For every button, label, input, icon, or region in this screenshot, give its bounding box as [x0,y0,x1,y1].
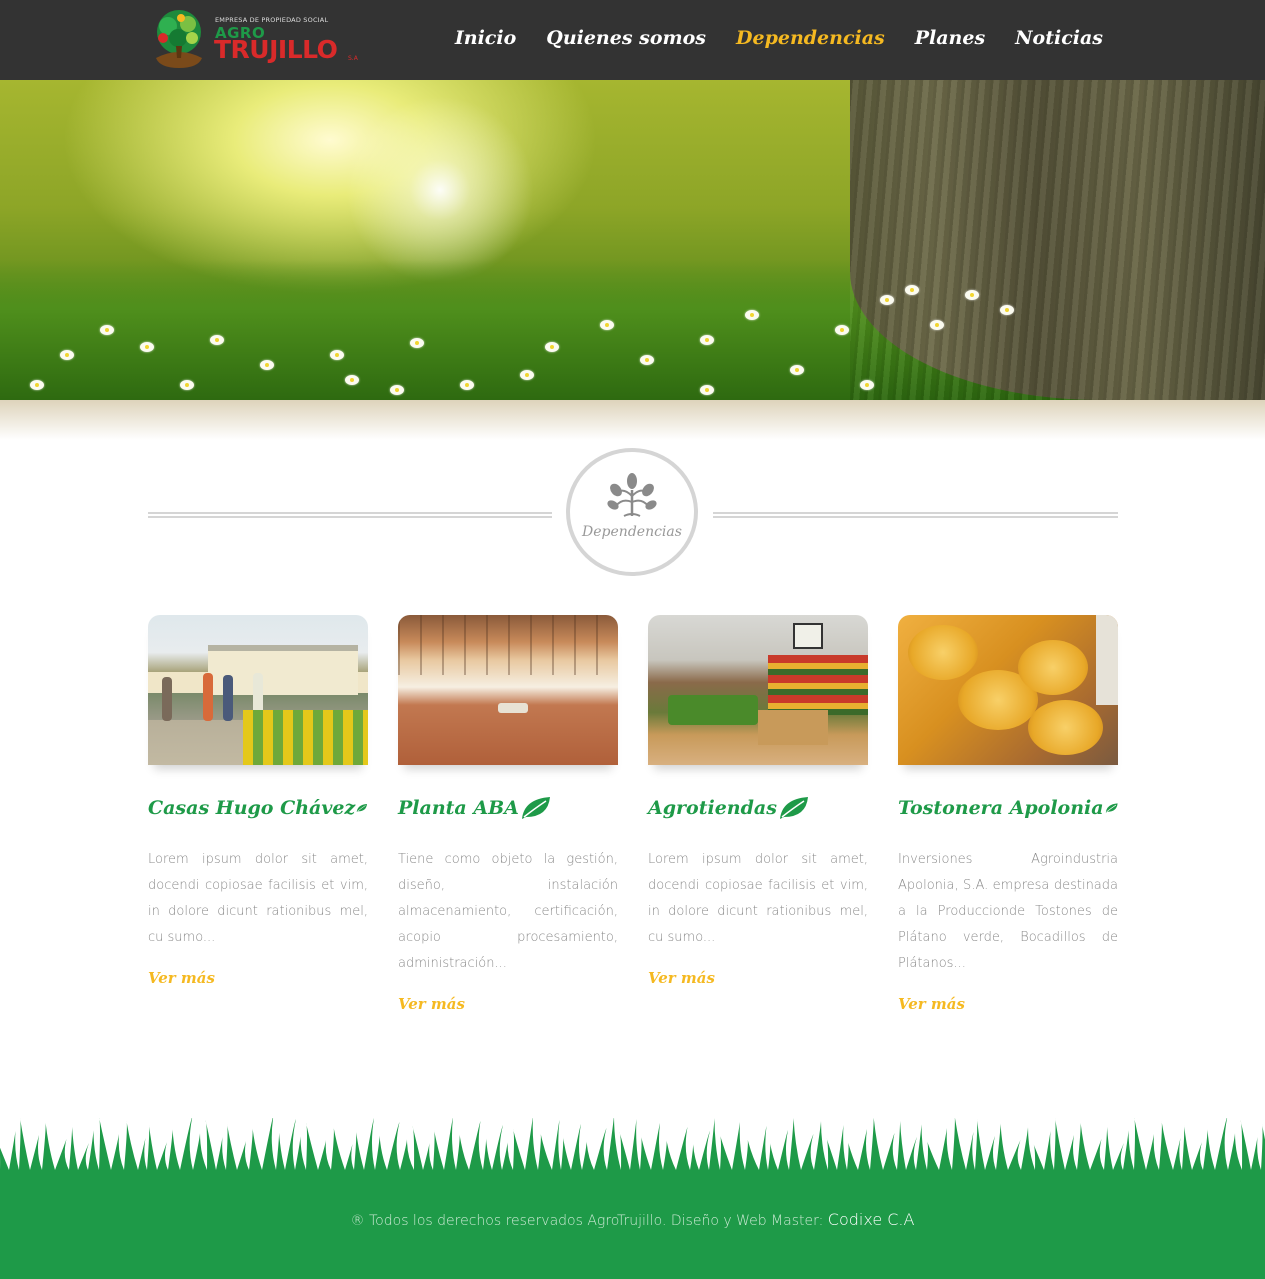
read-more-link[interactable]: Ver más [898,995,1118,1013]
nav-item-planes[interactable]: Planes [915,27,985,49]
card-image-store[interactable] [648,615,868,765]
tree-logo-icon [156,10,202,68]
card-title[interactable]: Agrotiendas [648,795,868,821]
logo-sa-text: S.A [348,55,358,62]
read-more-link[interactable]: Ver más [148,969,368,987]
hero-shadow [0,400,1265,440]
section-divider-right [713,512,1118,518]
hero-banner-image [0,80,1265,400]
section-title: Dependencias [582,524,682,540]
card-title-text: Agrotiendas [648,797,777,819]
card-description: Lorem ipsum dolor sit amet, docendi copi… [148,852,368,945]
read-more-link[interactable]: Ver más [398,995,618,1013]
card-image-tostones[interactable] [898,615,1118,765]
card-image-building[interactable] [148,615,368,765]
footer-brand-link[interactable]: Codixe C.A [828,1210,915,1229]
card-description: Tiene como objeto la gestión, diseño, in… [398,852,618,971]
nav-item-noticias[interactable]: Noticias [1015,27,1103,49]
footer-copyright: ® Todos los derechos reservados AgroTruj… [0,1210,1265,1229]
plant-icon [607,473,657,517]
leaf-icon [521,797,550,819]
main-nav: Inicio Quienes somos Dependencias Planes… [425,27,1103,49]
card-title[interactable]: Tostonera Apolonia [898,795,1118,821]
leaf-icon [1105,803,1118,813]
card-title[interactable]: Planta ABA [398,795,618,821]
card-planta-aba: Planta ABA Tiene como objeto la gestión,… [398,615,618,1013]
tree-trunk [850,80,1265,400]
nav-item-quienes-somos[interactable]: Quienes somos [546,27,706,49]
card-title-text: Tostonera Apolonia [898,797,1104,819]
agrotrujillo-logo[interactable]: EMPRESA DE PROPIEDAD SOCIAL AGRO TRUJILL… [148,8,360,70]
site-footer [0,1118,1265,1279]
card-agrotiendas: Agrotiendas Lorem ipsum dolor sit amet, … [648,615,868,987]
card-casas-hugo-chavez: Casas Hugo Chávez Lorem ipsum dolor sit … [148,615,368,987]
grass-border [0,1118,1265,1178]
card-image-greenhouse[interactable] [398,615,618,765]
card-title-text: Planta ABA [398,797,519,819]
section-badge: Dependencias [566,448,698,576]
card-title-text: Casas Hugo Chávez [148,797,356,819]
card-description: Lorem ipsum dolor sit amet, docendi copi… [648,852,868,945]
section-divider-left [148,512,552,518]
leaf-icon [356,803,368,813]
card-title[interactable]: Casas Hugo Chávez [148,795,368,821]
card-description: Inversiones Agroindustria Apolonia, S.A.… [898,852,1118,971]
nav-item-inicio[interactable]: Inicio [455,27,516,49]
logo-trujillo-text: TRUJILLO [214,35,338,64]
card-tostonera-apolonia: Tostonera Apolonia Inversiones Agroindus… [898,615,1118,1013]
leaf-icon [779,797,808,819]
logo-tagline: EMPRESA DE PROPIEDAD SOCIAL [215,16,329,24]
read-more-link[interactable]: Ver más [648,969,868,987]
site-header: EMPRESA DE PROPIEDAD SOCIAL AGRO TRUJILL… [0,0,1265,80]
footer-copyright-text: ® Todos los derechos reservados AgroTruj… [350,1213,828,1229]
nav-item-dependencias[interactable]: Dependencias [736,27,885,49]
